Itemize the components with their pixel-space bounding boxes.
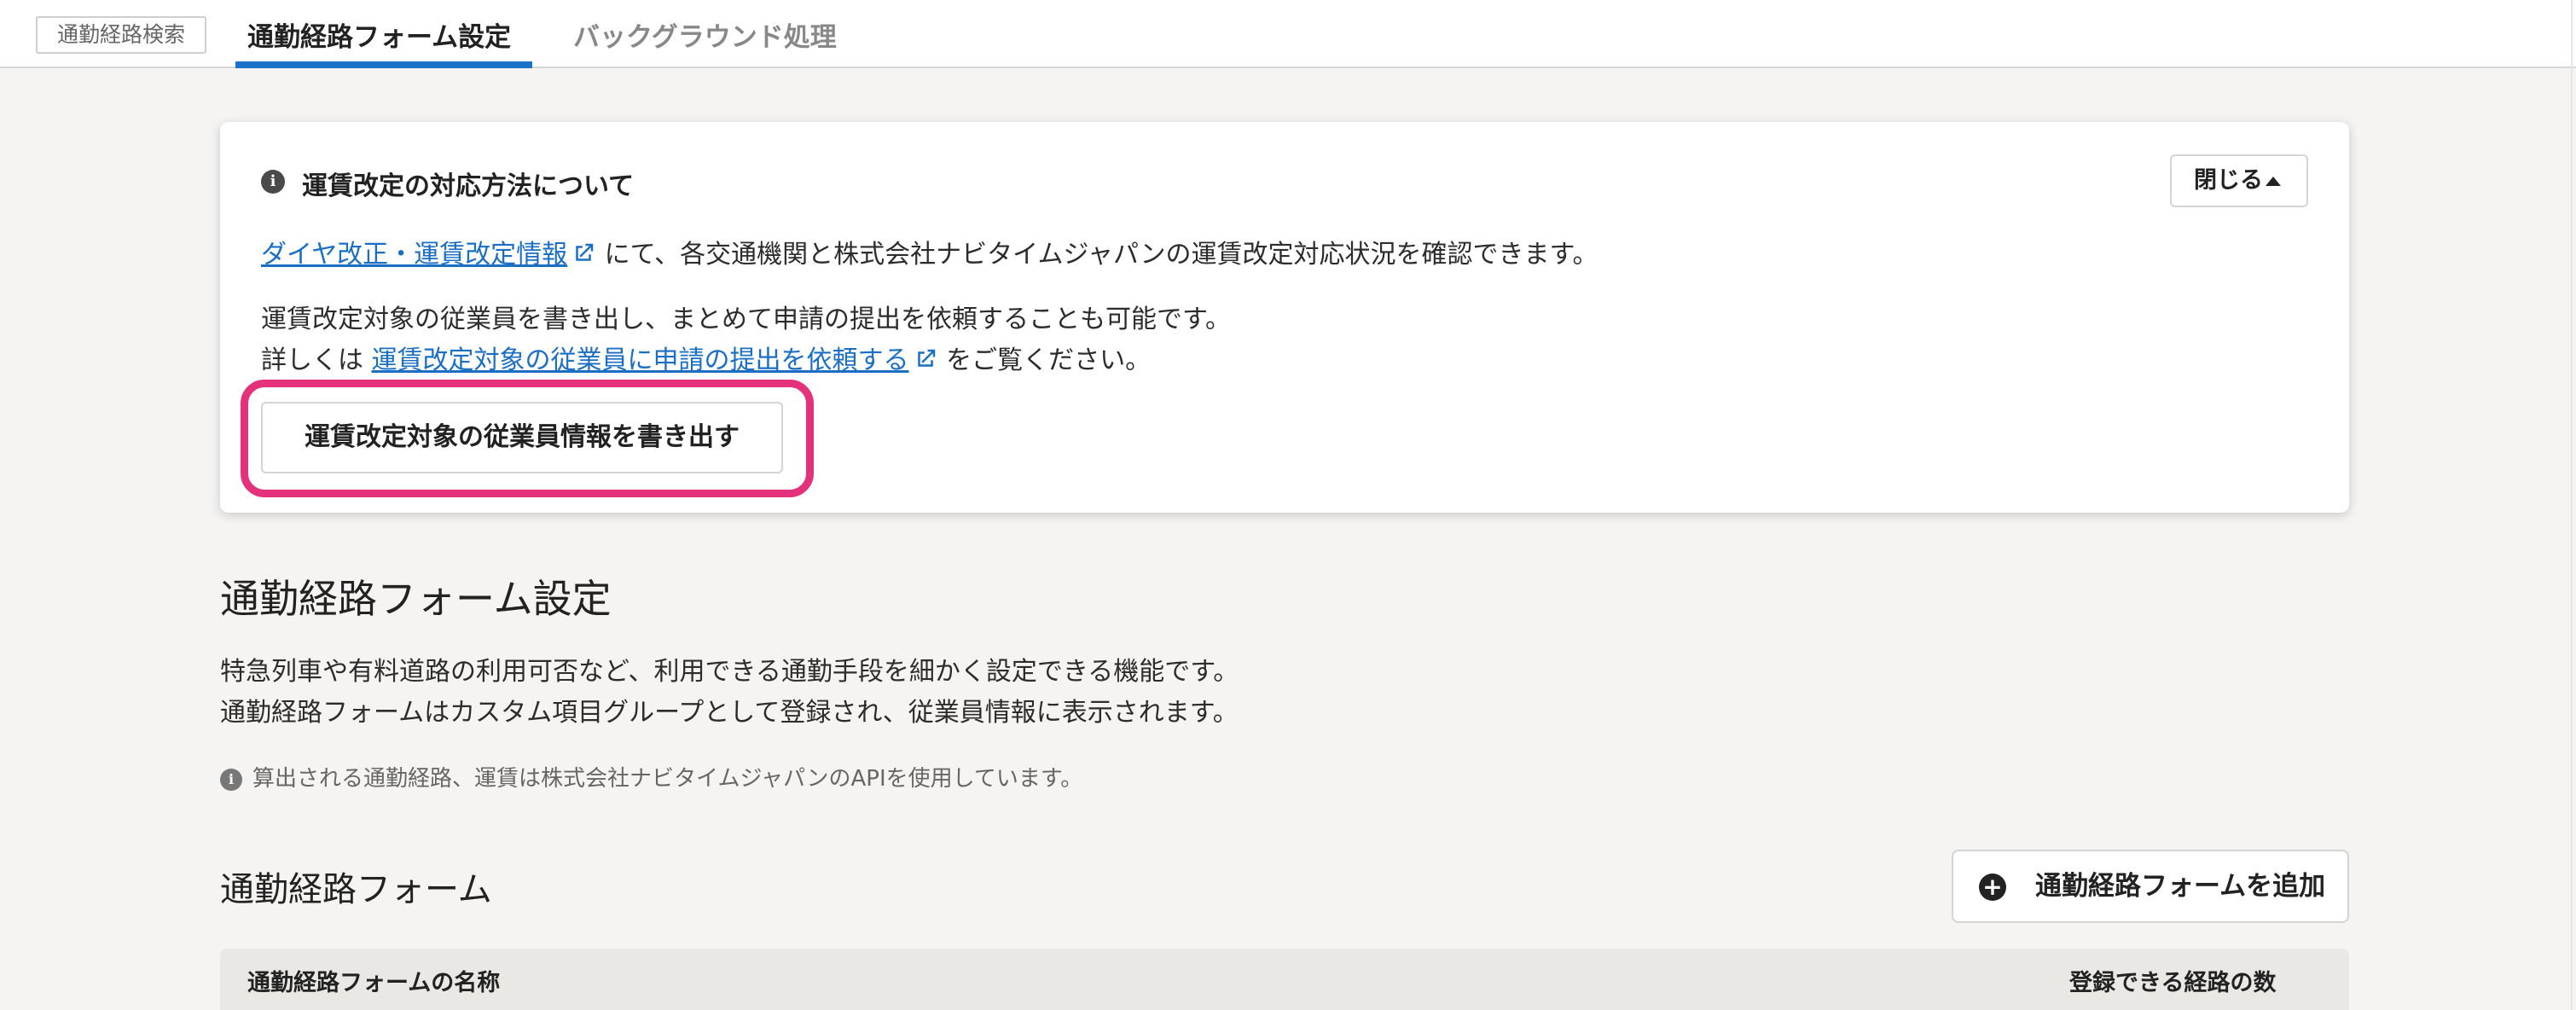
top-tab-bar: 通勤経路検索 通勤経路フォーム設定 バックグラウンド処理 <box>0 0 2576 68</box>
request-submission-guide-link-label: 運賃改定対象の従業員に申請の提出を依頼する <box>371 345 909 375</box>
notice-line-3-suffix: をご覧ください。 <box>946 345 1152 375</box>
api-note: i 算出される通勤経路、運賃は株式会社ナビタイムジャパンのAPIを使用しています。 <box>220 761 1082 792</box>
tab-commute-search[interactable]: 通勤経路検索 <box>36 16 206 54</box>
notice-line-1: ダイヤ改正・運賃改定情報 にて、各交通機関と株式会社ナビタイムジャパンの運賃改定… <box>261 233 1598 270</box>
close-button[interactable]: 閉じる <box>2170 154 2308 207</box>
description-line-1: 特急列車や有料道路の利用可否など、利用できる通勤手段を細かく設定できる機能です。 <box>220 657 1239 687</box>
info-icon: i <box>220 769 242 791</box>
column-header-form-name[interactable]: 通勤経路フォームの名称 <box>247 964 500 997</box>
scrollbar[interactable] <box>2571 0 2573 1010</box>
description-line-2: 通勤経路フォームはカスタム項目グループとして登録され、従業員情報に表示されます。 <box>220 698 1239 728</box>
plus-circle-icon: + <box>1979 874 2006 901</box>
timetable-fare-info-link-label: ダイヤ改正・運賃改定情報 <box>261 240 568 270</box>
column-header-route-count[interactable]: 登録できる経路の数 <box>2069 964 2276 997</box>
page-title: 通勤経路フォーム設定 <box>220 576 612 622</box>
fare-revision-notice: i 運賃改定の対応方法について 閉じる ダイヤ改正・運賃改定情報 にて、各交通機… <box>220 122 2349 513</box>
info-icon: i <box>261 170 285 194</box>
forms-section-title: 通勤経路フォーム <box>220 870 492 909</box>
chevron-up-icon <box>2266 177 2281 186</box>
notice-title: 運賃改定の対応方法について <box>302 171 635 201</box>
active-tab-indicator <box>235 61 532 68</box>
tab-commute-form-settings[interactable]: 通勤経路フォーム設定 <box>247 15 511 54</box>
notice-line-1-text: にて、各交通機関と株式会社ナビタイムジャパンの運賃改定対応状況を確認できます。 <box>604 240 1598 270</box>
external-link-icon <box>576 243 594 261</box>
request-submission-guide-link[interactable]: 運賃改定対象の従業員に申請の提出を依頼する <box>372 345 938 375</box>
notice-line-3: 詳しくは 運賃改定対象の従業員に申請の提出を依頼する をご覧ください。 <box>261 339 1151 376</box>
notice-line-3-prefix: 詳しくは <box>261 345 363 375</box>
export-employees-button[interactable]: 運賃改定対象の従業員情報を書き出す <box>261 402 783 473</box>
notice-line-2: 運賃改定対象の従業員を書き出し、まとめて申請の提出を依頼することも可能です。 <box>261 305 1231 334</box>
forms-table-header: 通勤経路フォームの名称 登録できる経路の数 <box>220 949 2349 1010</box>
tab-background-processing[interactable]: バックグラウンド処理 <box>573 15 837 54</box>
api-note-text: 算出される通勤経路、運賃は株式会社ナビタイムジャパンのAPIを使用しています。 <box>252 766 1083 792</box>
add-commute-form-button[interactable]: + 通勤経路フォームを追加 <box>1952 850 2349 923</box>
add-commute-form-button-label: 通勤経路フォームを追加 <box>2035 871 2326 902</box>
close-button-label: 閉じる <box>2194 167 2263 194</box>
timetable-fare-info-link[interactable]: ダイヤ改正・運賃改定情報 <box>261 240 596 270</box>
external-link-icon <box>917 349 935 367</box>
